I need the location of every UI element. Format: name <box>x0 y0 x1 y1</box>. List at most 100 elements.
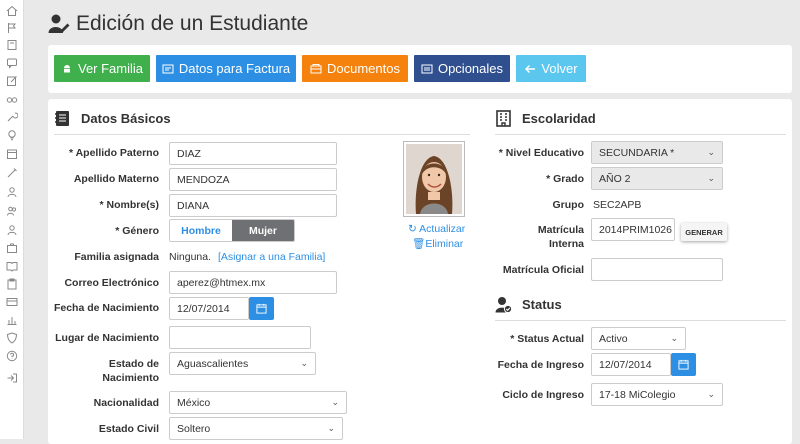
wrench-icon[interactable] <box>6 111 18 123</box>
building-icon <box>496 110 511 127</box>
estado-nacimiento-label-line2: Nacimiento <box>102 372 159 384</box>
chevron-down-icon: ⌄ <box>707 389 715 399</box>
invoice-icon <box>162 64 174 73</box>
nombres-input[interactable]: DIANA <box>169 194 337 217</box>
logout-icon[interactable] <box>6 372 18 384</box>
familia-label: Familia asignada <box>74 251 159 263</box>
estado-civil-select[interactable]: Soltero ⌄ <box>169 417 343 440</box>
fecha-ingreso-calendar-button[interactable] <box>671 353 696 376</box>
matricula-interna-label: Matrícula Interna <box>478 223 584 251</box>
chevron-down-icon: ⌄ <box>670 333 678 343</box>
address-book-icon <box>55 111 69 126</box>
shield-icon[interactable] <box>6 332 18 344</box>
fecha-ingreso-input[interactable]: 12/07/2014 <box>591 353 671 376</box>
sidebar <box>0 0 24 439</box>
status-actual-label: * Status Actual <box>510 333 584 345</box>
status-actual-select[interactable]: Activo ⌄ <box>591 327 686 350</box>
grado-value: AÑO 2 <box>599 172 631 185</box>
eliminar-photo-link[interactable]: 🗑Eliminar <box>412 237 463 250</box>
chart-icon[interactable] <box>6 314 18 326</box>
mujer-option[interactable]: Mujer <box>232 220 294 241</box>
page-title: Edición de un Estudiante <box>48 12 308 36</box>
glasses-icon[interactable] <box>6 93 18 105</box>
datos-factura-label: Datos para Factura <box>178 61 291 76</box>
grupo-value: SEC2APB <box>593 199 642 211</box>
grupo-label: Grupo <box>552 199 585 211</box>
asignar-familia-link[interactable]: [Asignar a una Familia] <box>218 251 325 263</box>
chevron-down-icon: ⌄ <box>327 423 335 433</box>
ver-familia-label: Ver Familia <box>77 61 144 76</box>
documentos-button[interactable]: Documentos <box>302 55 408 82</box>
nivel-educativo-select[interactable]: SECUNDARIA * ⌄ <box>591 141 723 164</box>
user-check-icon <box>495 297 512 313</box>
volver-label: Volver <box>541 61 578 76</box>
chat-icon[interactable] <box>6 57 18 69</box>
grado-select[interactable]: AÑO 2 ⌄ <box>591 167 723 190</box>
ciclo-ingreso-select[interactable]: 17-18 MiColegio ⌄ <box>591 383 723 406</box>
escolaridad-title: Escolaridad <box>522 111 596 126</box>
user-group-icon[interactable] <box>6 205 18 217</box>
opcionales-label: Opcionales <box>437 61 504 76</box>
chevron-down-icon: ⌄ <box>300 358 308 368</box>
generar-button[interactable]: GENERAR <box>681 223 727 241</box>
ciclo-ingreso-value: 17-18 MiColegio <box>599 388 676 401</box>
matricula-interna-label-line2: Interna <box>548 238 584 250</box>
nacionalidad-label: Nacionalidad <box>93 397 159 409</box>
book-icon[interactable] <box>6 39 18 51</box>
actualizar-photo-link[interactable]: ↻ Actualizar <box>408 223 465 235</box>
matricula-interna-input[interactable]: 2014PRIM1026 <box>591 218 675 241</box>
book-open-icon[interactable] <box>6 260 18 272</box>
hombre-option[interactable]: Hombre <box>170 220 232 241</box>
fecha-nacimiento-calendar-button[interactable] <box>249 297 274 320</box>
user-icon[interactable] <box>6 224 18 236</box>
clipboard-icon[interactable] <box>6 278 18 290</box>
bulb-icon[interactable] <box>6 129 18 141</box>
home-icon[interactable] <box>6 5 18 17</box>
student-form-card: Datos Básicos * Apellido Paterno DIAZ Ap… <box>48 99 792 444</box>
tools-icon[interactable] <box>6 167 18 179</box>
student-photo <box>403 141 465 217</box>
apellido-materno-input[interactable]: MENDOZA <box>169 168 337 191</box>
estado-nacimiento-select[interactable]: Aguascalientes ⌄ <box>169 352 316 375</box>
arrow-left-icon <box>525 64 536 73</box>
matricula-interna-label-line1: Matrícula <box>537 224 584 236</box>
grado-label: * Grado <box>546 173 584 185</box>
edit-icon[interactable] <box>6 75 18 87</box>
fecha-nacimiento-input[interactable]: 12/07/2014 <box>169 297 249 320</box>
apellido-paterno-input[interactable]: DIAZ <box>169 142 337 165</box>
status-divider <box>495 320 786 321</box>
matricula-oficial-label: Matrícula Oficial <box>502 264 584 276</box>
nacionalidad-value: México <box>177 396 211 409</box>
datos-factura-button[interactable]: Datos para Factura <box>156 55 296 82</box>
student-photo-image <box>406 144 462 214</box>
flag-icon[interactable] <box>6 22 18 34</box>
opcionales-button[interactable]: Opcionales <box>414 55 510 82</box>
correo-input[interactable]: aperez@htmex.mx <box>169 271 337 294</box>
list-icon <box>421 64 433 73</box>
lugar-nacimiento-input[interactable] <box>169 326 311 349</box>
chevron-down-icon: ⌄ <box>707 173 715 183</box>
status-heading: Status <box>495 296 562 313</box>
status-actual-value: Activo <box>599 332 628 345</box>
volver-button[interactable]: Volver <box>516 55 586 82</box>
help-icon[interactable] <box>6 350 18 362</box>
nacionalidad-select[interactable]: México ⌄ <box>169 391 347 414</box>
matricula-oficial-input[interactable] <box>591 258 723 281</box>
trash-icon: 🗑 <box>412 238 426 250</box>
page-title-text: Edición de un Estudiante <box>76 12 309 35</box>
familia-value: Ninguna. <box>169 251 212 263</box>
nombres-label: * Nombre(s) <box>99 199 159 211</box>
ciclo-ingreso-label: Ciclo de Ingreso <box>502 389 584 401</box>
users-icon[interactable] <box>6 186 18 198</box>
briefcase-icon[interactable] <box>6 242 18 254</box>
ver-familia-button[interactable]: Ver Familia <box>54 55 150 82</box>
calendar-icon[interactable] <box>6 148 18 160</box>
calendar-icon <box>256 303 267 314</box>
estado-nacimiento-label: Estado de Nacimiento <box>48 357 159 385</box>
datos-basicos-title: Datos Básicos <box>81 111 171 126</box>
refresh-icon: ↻ <box>408 223 417 235</box>
estado-civil-value: Soltero <box>177 422 211 435</box>
card-icon[interactable] <box>6 296 18 308</box>
apellido-materno-label: Apellido Materno <box>73 173 159 185</box>
nivel-educativo-label: * Nivel Educativo <box>498 147 584 159</box>
